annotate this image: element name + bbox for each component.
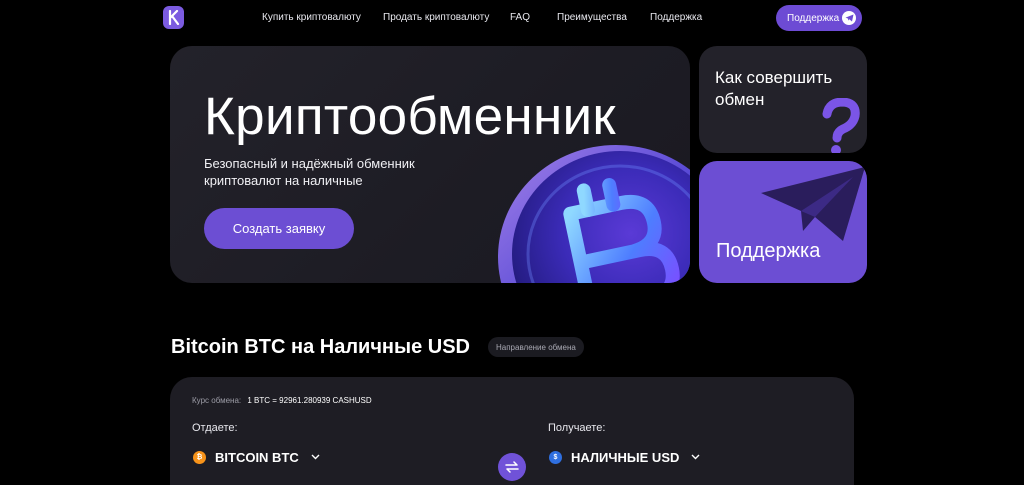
question-mark-icon	[822, 98, 860, 153]
hero-title: Криптообменник	[204, 87, 616, 146]
bitcoin-coin-icon	[498, 145, 690, 283]
nav-advantages[interactable]: Преимущества	[557, 12, 627, 23]
hero-banner: Криптообменник Безопасный и надёжный обм…	[170, 46, 690, 283]
rate-value: 1 BTC = 92961.280939 CASHUSD	[247, 396, 372, 405]
give-label: Отдаете:	[192, 422, 238, 434]
support-button-label: Поддержка	[787, 12, 840, 24]
hero-subtitle: Безопасный и надёжный обменник криптовал…	[204, 156, 415, 188]
main-nav: Купить криптовалюту Продать криптовалюту…	[0, 12, 1024, 26]
exchange-title: Bitcoin BTC на Наличные USD	[171, 336, 470, 358]
support-card[interactable]: Поддержка	[699, 161, 867, 283]
create-request-button[interactable]: Создать заявку	[204, 208, 354, 249]
rate-label: Курс обмена:	[192, 396, 242, 405]
exchange-direction-badge: Направление обмена	[488, 337, 584, 357]
nav-buy-crypto[interactable]: Купить криптовалюту	[262, 12, 361, 23]
telegram-icon	[842, 11, 856, 25]
btc-coin-icon: ₿	[193, 450, 206, 464]
nav-sell-crypto[interactable]: Продать криптовалюту	[383, 12, 489, 23]
receive-currency-name: НАЛИЧНЫЕ USD	[571, 449, 680, 465]
paper-plane-icon	[761, 167, 865, 241]
give-currency-select[interactable]: ₿ BITCOIN BTC	[193, 449, 320, 465]
swap-currencies-button[interactable]	[498, 453, 526, 481]
receive-currency-select[interactable]: $ НАЛИЧНЫЕ USD	[549, 449, 700, 465]
chevron-down-icon	[691, 454, 700, 460]
swap-arrows-icon	[505, 461, 519, 473]
exchange-panel: Курс обмена: 1 BTC = 92961.280939 CASHUS…	[170, 377, 854, 485]
chevron-down-icon	[311, 454, 320, 460]
header-support-button[interactable]: Поддержка	[776, 5, 862, 31]
usd-coin-icon: $	[549, 450, 562, 464]
how-to-exchange-card[interactable]: Как совершить обмен	[699, 46, 867, 153]
nav-support[interactable]: Поддержка	[650, 12, 702, 23]
exchange-rate: Курс обмена: 1 BTC = 92961.280939 CASHUS…	[192, 396, 372, 405]
nav-faq[interactable]: FAQ	[510, 12, 530, 23]
receive-label: Получаете:	[548, 422, 606, 434]
support-card-title: Поддержка	[716, 240, 821, 262]
give-currency-name: BITCOIN BTC	[215, 449, 299, 465]
